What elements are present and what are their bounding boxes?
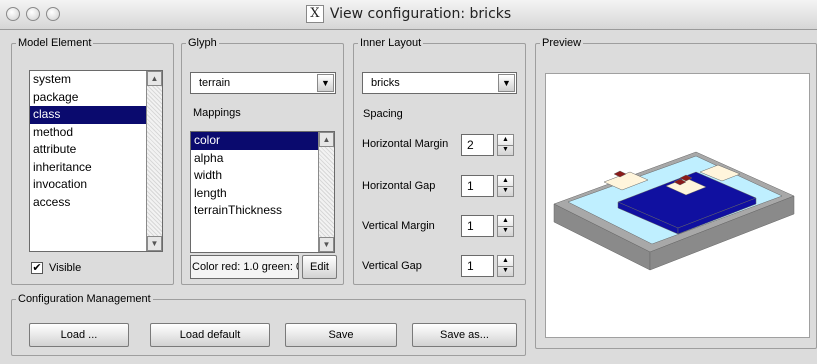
save-button[interactable]: Save [285, 323, 397, 347]
glyph-select-value: terrain [199, 77, 231, 89]
model-element-item[interactable]: package [30, 89, 162, 107]
configuration-management-legend: Configuration Management [18, 293, 151, 305]
scroll-down-icon[interactable]: ▼ [147, 236, 162, 251]
mappings-scrollbar[interactable]: ▲ ▼ [318, 132, 334, 252]
window-title-bar: X View configuration: bricks [0, 0, 817, 30]
mapping-value-field[interactable]: Color red: 1.0 green: 0 [190, 255, 299, 279]
mapping-item[interactable]: terrainThickness [191, 202, 334, 220]
arrow-down-icon[interactable]: ▼ [498, 145, 513, 155]
vertical-gap-input[interactable]: 1 [461, 255, 494, 277]
save-as-button[interactable]: Save as... [412, 323, 517, 347]
arrow-down-icon[interactable]: ▼ [498, 226, 513, 236]
horizontal-gap-input[interactable]: 1 [461, 175, 494, 197]
x11-icon: X [305, 5, 324, 23]
preview-scene [553, 151, 795, 271]
window-title-area: X View configuration: bricks [0, 5, 817, 23]
model-element-legend: Model Element [18, 37, 92, 49]
horizontal-gap-label: Horizontal Gap [362, 180, 436, 192]
preview-canvas[interactable] [545, 73, 810, 338]
layout-select[interactable]: bricks ▼ [362, 72, 517, 94]
spacing-label: Spacing [363, 108, 403, 120]
load-button[interactable]: Load ... [29, 323, 129, 347]
horizontal-gap-spinner[interactable]: 1 ▲ ▼ [461, 175, 516, 197]
spinner-buttons[interactable]: ▲ ▼ [497, 175, 514, 197]
chevron-down-icon[interactable]: ▼ [498, 74, 515, 92]
inner-layout-legend: Inner Layout [360, 37, 422, 49]
checkmark-icon: ✔ [32, 262, 42, 274]
model-element-item[interactable]: access [30, 194, 162, 212]
horizontal-margin-spinner[interactable]: 2 ▲ ▼ [461, 134, 516, 156]
window-title: View configuration: bricks [329, 6, 512, 22]
mappings-label: Mappings [193, 107, 241, 119]
vertical-gap-label: Vertical Gap [362, 260, 422, 272]
vertical-gap-spinner[interactable]: 1 ▲ ▼ [461, 255, 516, 277]
model-element-item[interactable]: method [30, 124, 162, 142]
model-element-item[interactable]: inheritance [30, 159, 162, 177]
horizontal-margin-input[interactable]: 2 [461, 134, 494, 156]
mapping-item[interactable]: color [191, 132, 334, 150]
vertical-margin-spinner[interactable]: 1 ▲ ▼ [461, 215, 516, 237]
spinner-buttons[interactable]: ▲ ▼ [497, 215, 514, 237]
layout-select-value: bricks [371, 77, 400, 89]
edit-button[interactable]: Edit [302, 255, 337, 279]
model-element-item[interactable]: system [30, 71, 162, 89]
mapping-items: color alpha width length terrainThickness [191, 132, 334, 220]
spinner-buttons[interactable]: ▲ ▼ [497, 134, 514, 156]
scroll-up-icon[interactable]: ▲ [319, 132, 334, 147]
scroll-up-icon[interactable]: ▲ [147, 71, 162, 86]
visible-checkbox[interactable]: ✔ [31, 262, 43, 274]
mapping-item[interactable]: alpha [191, 150, 334, 168]
spinner-buttons[interactable]: ▲ ▼ [497, 255, 514, 277]
glyph-legend: Glyph [188, 37, 217, 49]
arrow-down-icon[interactable]: ▼ [498, 186, 513, 196]
arrow-down-icon[interactable]: ▼ [498, 266, 513, 276]
mapping-item[interactable]: width [191, 167, 334, 185]
model-element-item[interactable]: invocation [30, 176, 162, 194]
horizontal-margin-label: Horizontal Margin [362, 138, 449, 150]
scroll-down-icon[interactable]: ▼ [319, 237, 334, 252]
glyph-select[interactable]: terrain ▼ [190, 72, 336, 94]
preview-legend: Preview [542, 37, 582, 49]
model-element-list[interactable]: system package class method attribute inherit… [29, 70, 163, 252]
model-element-item[interactable]: class [30, 106, 162, 124]
load-default-button[interactable]: Load default [150, 323, 270, 347]
mappings-list[interactable]: color alpha width length terrainThickness ▲ … [190, 131, 335, 253]
chevron-down-icon[interactable]: ▼ [317, 74, 334, 92]
model-element-scrollbar[interactable]: ▲ ▼ [146, 71, 162, 251]
vertical-margin-input[interactable]: 1 [461, 215, 494, 237]
mapping-item[interactable]: length [191, 185, 334, 203]
vertical-margin-label: Vertical Margin [362, 220, 435, 232]
model-element-items: system package class method attribute inherit… [30, 71, 162, 211]
visible-label: Visible [49, 262, 82, 274]
model-element-item[interactable]: attribute [30, 141, 162, 159]
